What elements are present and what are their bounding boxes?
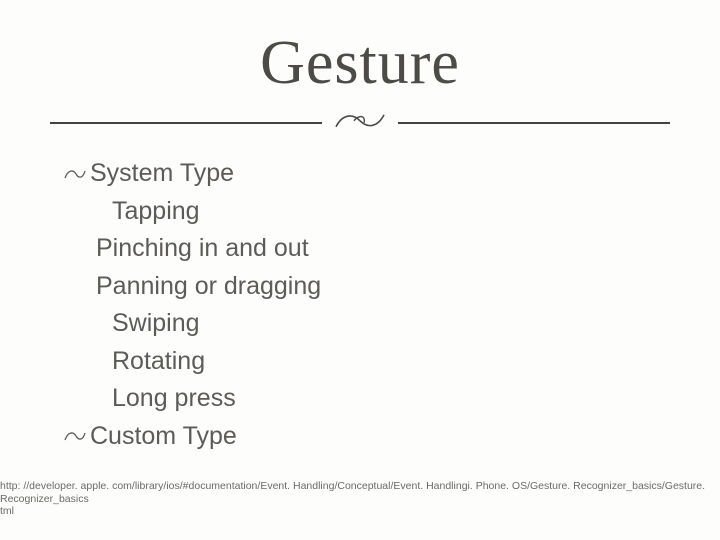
bullet-custom-type: Custom Type (64, 418, 720, 456)
sub-label: Panning or dragging (96, 272, 321, 300)
sub-longpress: Long press (64, 380, 720, 418)
content-area: System Type Tapping Pinching in and out … (64, 155, 720, 455)
sub-label: Swiping (112, 309, 200, 337)
bullet-label: System Type (90, 155, 234, 193)
slide-title: Gesture (0, 0, 720, 99)
bullet-label: Custom Type (90, 418, 237, 456)
sub-tapping: Tapping (64, 193, 720, 231)
sub-pinching: Pinching in and out (64, 230, 720, 268)
title-divider (50, 107, 670, 137)
bullet-system-type: System Type (64, 155, 720, 193)
sub-label: Rotating (112, 347, 205, 375)
bullet-flourish-icon (64, 167, 90, 181)
bullet-flourish-icon (64, 429, 90, 443)
footnote-url: http: //developer. apple. com/library/io… (0, 480, 720, 518)
footnote-line2: tml (0, 505, 720, 518)
sub-panning: Panning or dragging (64, 268, 720, 306)
slide: Gesture System Type Tapping Pinching in … (0, 0, 720, 540)
sub-label: Pinching in and out (96, 234, 309, 262)
sub-label: Tapping (112, 197, 200, 225)
sub-rotating: Rotating (64, 343, 720, 381)
flourish-icon (322, 109, 398, 133)
sub-swiping: Swiping (64, 305, 720, 343)
sub-label: Long press (112, 384, 236, 412)
footnote-line1: http: //developer. apple. com/library/io… (0, 480, 720, 505)
